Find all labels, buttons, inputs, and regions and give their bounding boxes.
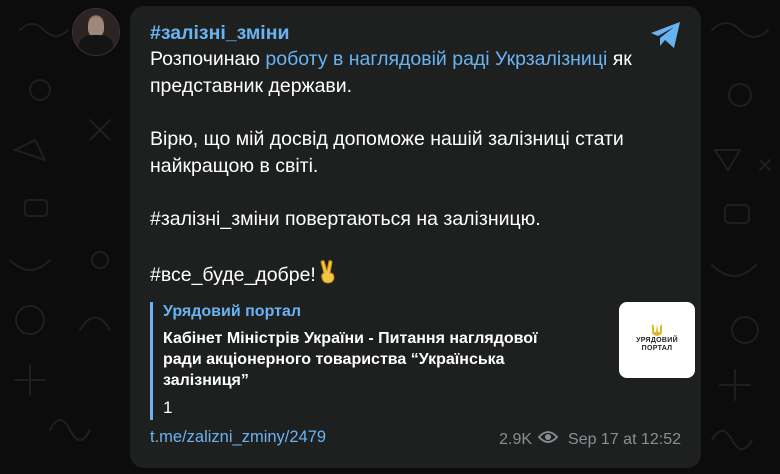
p1-prefix: Розпочинаю	[150, 48, 266, 70]
supervisory-board-link[interactable]: роботу в наглядовій раді Укрзалізниці	[265, 48, 607, 70]
paragraph-1: Розпочинаю роботу в наглядовій раді Укрз…	[150, 46, 690, 99]
post-link[interactable]: t.me/zalizni_zminy/2479	[150, 428, 326, 447]
victory-hand-icon	[318, 259, 338, 292]
eye-icon	[537, 430, 559, 449]
message-text: #залізні_зміни Розпочинаю роботу в нагля…	[150, 20, 690, 291]
view-count: 2.9K	[499, 430, 533, 448]
channel-avatar[interactable]	[72, 8, 120, 56]
message-bubble: #залізні_зміни Розпочинаю роботу в нагля…	[130, 6, 701, 468]
paragraph-3: #залізні_зміни повертаються на залізницю…	[150, 208, 541, 230]
avatar-body	[79, 35, 113, 55]
preview-title: Кабінет Міністрів України - Питання нагл…	[163, 330, 538, 389]
preview-thumbnail: УРЯДОВИЙ ПОРТАЛ	[619, 302, 695, 378]
hashtag-title-link[interactable]: #залізні_зміни	[150, 20, 690, 46]
preview-site-name: Урядовий портал	[163, 303, 302, 320]
trident-icon	[652, 324, 662, 336]
paragraph-2: Вірю, що мій досвід допоможе нашій заліз…	[150, 128, 624, 177]
preview-description: 1	[163, 398, 173, 417]
thumb-line-2: ПОРТАЛ	[641, 345, 673, 352]
message-date: Sep 17 at 12:52	[568, 430, 681, 448]
thumb-line-1: УРЯДОВИЙ	[636, 337, 678, 344]
avatar-head	[88, 17, 104, 37]
p4-text: #все_буде_добре!	[150, 263, 316, 286]
paragraph-4: #все_буде_добре!	[150, 259, 690, 292]
link-preview[interactable]: Урядовий портал Кабінет Міністрів Україн…	[150, 302, 695, 420]
message-meta: 2.9K Sep 17 at 12:52	[499, 430, 681, 449]
